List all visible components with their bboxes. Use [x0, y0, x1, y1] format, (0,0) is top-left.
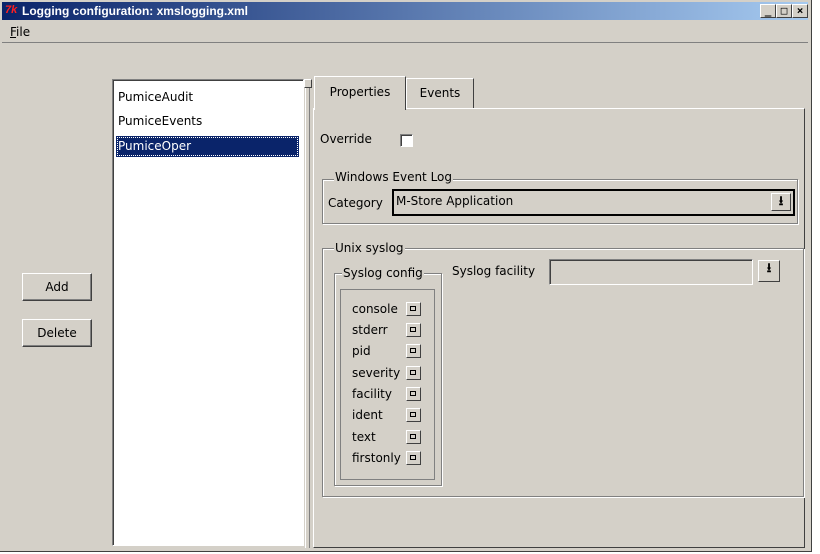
close-button[interactable]: × — [792, 4, 808, 18]
syslog-option-stderr[interactable]: stderr — [340, 321, 430, 339]
option-label: ident — [352, 408, 383, 422]
unix-syslog-legend: Unix syslog — [334, 241, 405, 255]
main-window: 7k Logging configuration: xmslogging.xml… — [0, 0, 812, 552]
option-label: severity — [352, 366, 401, 380]
dropdown-arrow-icon[interactable]: ⭳ — [771, 193, 791, 211]
syslog-facility-combobox[interactable]: ⭳ — [549, 259, 780, 285]
option-label: console — [352, 302, 398, 316]
syslog-option-ident[interactable]: ident — [340, 406, 430, 424]
pane-splitter[interactable] — [304, 79, 312, 548]
menu-file[interactable]: File — [10, 25, 30, 39]
menu-file-rest: ile — [16, 25, 31, 39]
delete-button[interactable]: Delete — [22, 319, 92, 347]
syslog-option-pid[interactable]: pid — [340, 342, 430, 360]
logger-listbox[interactable]: PumiceAudit PumiceEvents PumiceOper — [112, 79, 304, 546]
tk-feather-icon: 7k — [5, 4, 18, 16]
title-bar[interactable]: 7k Logging configuration: xmslogging.xml… — [2, 2, 808, 20]
maximize-button[interactable]: □ — [776, 4, 792, 18]
option-checkbox[interactable] — [406, 344, 421, 358]
syslog-option-facility[interactable]: facility — [340, 385, 430, 403]
option-checkbox[interactable] — [406, 387, 421, 401]
add-button[interactable]: Add — [22, 273, 92, 301]
syslog-option-text[interactable]: text — [340, 428, 430, 446]
option-checkbox[interactable] — [406, 430, 421, 444]
tab-events[interactable]: Events — [406, 78, 474, 108]
syslog-config-legend: Syslog config — [342, 266, 424, 280]
option-label: stderr — [352, 323, 388, 337]
override-checkbox[interactable] — [400, 134, 413, 147]
syslog-option-severity[interactable]: severity — [340, 364, 430, 382]
option-checkbox[interactable] — [406, 451, 421, 465]
window-title: Logging configuration: xmslogging.xml — [22, 4, 248, 18]
syslog-facility-label: Syslog facility — [452, 264, 536, 278]
category-value: M-Store Application — [396, 194, 514, 208]
option-label: text — [352, 430, 376, 444]
override-label: Override — [320, 132, 372, 146]
option-checkbox[interactable] — [406, 408, 421, 422]
option-checkbox[interactable] — [406, 323, 421, 337]
option-checkbox[interactable] — [406, 366, 421, 380]
splitter-grip[interactable] — [304, 79, 312, 88]
list-item[interactable]: PumiceEvents — [116, 111, 299, 132]
option-label: facility — [352, 387, 392, 401]
category-combobox[interactable]: M-Store Application ⭳ — [392, 189, 795, 216]
syslog-option-console[interactable]: console — [340, 300, 430, 318]
menu-bar: File — [2, 22, 808, 43]
option-label: pid — [352, 344, 371, 358]
list-item[interactable]: PumiceAudit — [116, 87, 299, 108]
windows-event-log-legend: Windows Event Log — [334, 170, 454, 184]
tab-properties[interactable]: Properties — [314, 76, 406, 110]
option-checkbox[interactable] — [406, 302, 421, 316]
syslog-option-firstonly[interactable]: firstonly — [340, 449, 430, 467]
category-label: Category — [328, 196, 383, 210]
minimize-button[interactable]: _ — [760, 4, 776, 18]
option-label: firstonly — [352, 451, 401, 465]
dropdown-arrow-icon[interactable]: ⭳ — [758, 260, 780, 282]
list-item-selected[interactable]: PumiceOper — [116, 136, 299, 157]
